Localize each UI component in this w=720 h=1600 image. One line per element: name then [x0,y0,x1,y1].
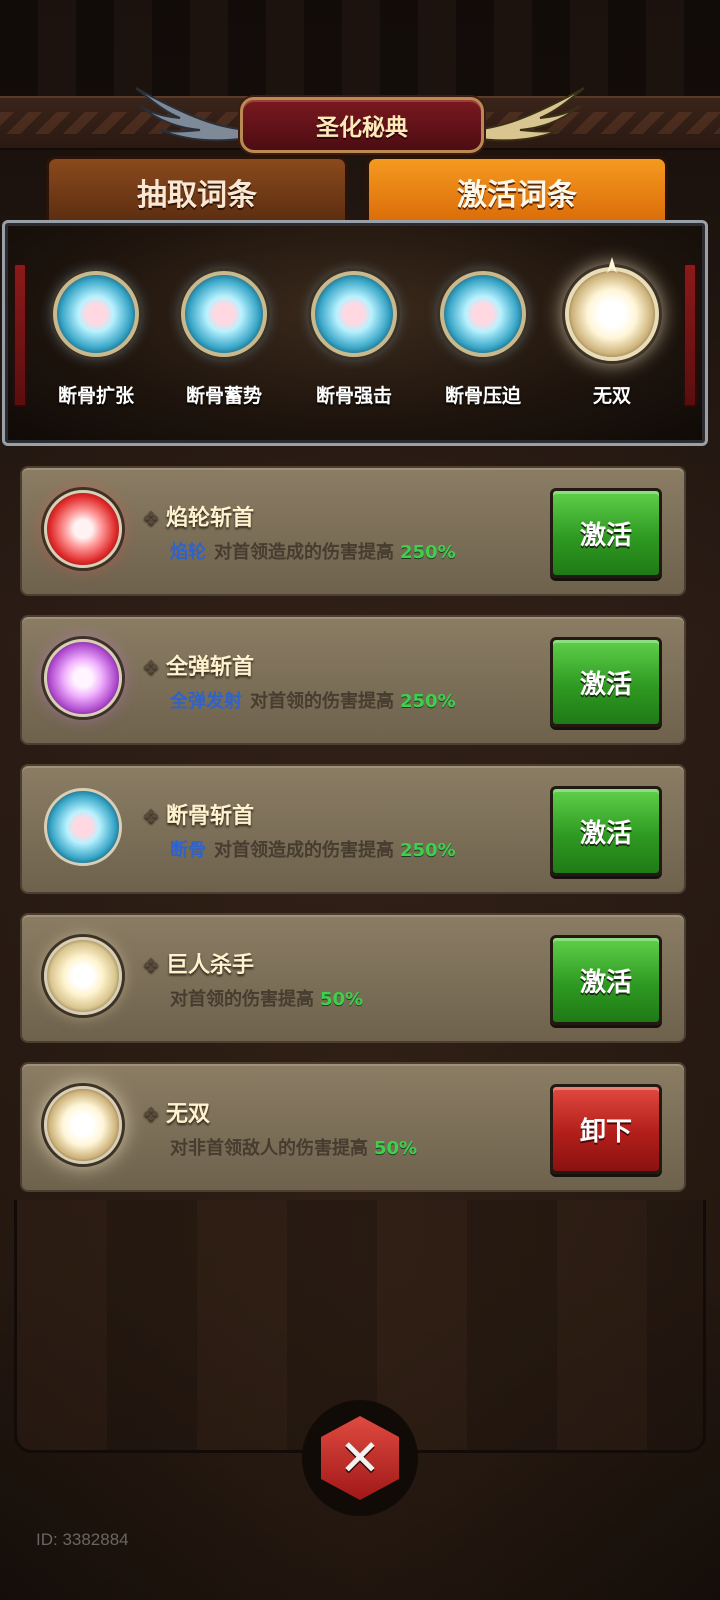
activate-button[interactable]: 激活 [550,488,662,578]
activate-button-label: 激活 [579,818,632,849]
bone-orb-icon [440,271,526,357]
equipped-slot[interactable]: 无双 [557,257,667,408]
affix-desc-text: 对首领造成的伤害提高 [214,840,394,861]
diamond-icon: ❖ [142,1102,160,1126]
activate-button-label: 激活 [579,520,632,551]
affix-card: ❖ 无双 对非首领敌人的伤害提高 50% 卸下 [20,1062,686,1192]
affix-title: 无双 [165,1102,210,1127]
affix-card: ❖ 焰轮斩首 焰轮 对首领造成的伤害提高 250% 激活 [20,466,686,596]
activate-button[interactable]: 激活 [550,935,662,1025]
affix-title-row: ❖ 巨人杀手 [142,947,544,979]
bone-orb-icon [53,271,139,357]
diamond-icon: ❖ [142,804,160,828]
affix-value: 250% [400,542,456,563]
unique-orb-icon [44,1086,122,1164]
tab-activate-affix[interactable]: 激活词条 [366,156,668,228]
affix-list: ❖ 焰轮斩首 焰轮 对首领造成的伤害提高 250% 激活 ❖ 全弹斩首 全弹发射 对首领的… [20,466,686,1211]
equipped-slot[interactable]: 断骨蓄势 [169,271,279,408]
unequip-button-label: 卸下 [579,1116,632,1147]
affix-title-row: ❖ 焰轮斩首 [142,500,544,532]
equipped-slot-label: 无双 [592,385,631,407]
equipped-slot-label: 断骨蓄势 [185,385,262,407]
bone-orb-icon [44,788,122,866]
affix-value: 250% [400,691,456,712]
equipped-slot[interactable]: 断骨扩张 [41,271,151,408]
left-wing-icon [135,87,249,142]
affix-title-row: ❖ 全弹斩首 [142,649,544,681]
activate-button[interactable]: 激活 [550,637,662,727]
diamond-icon: ❖ [142,953,160,977]
activate-button[interactable]: 激活 [550,786,662,876]
affix-title-row: ❖ 断骨斩首 [142,798,544,830]
affix-card: ❖ 断骨斩首 断骨 对首领造成的伤害提高 250% 激活 [20,764,686,894]
affix-tag: 断骨 [170,840,206,861]
affix-desc-text: 对非首领敌人的伤害提高 [170,1138,368,1159]
equipped-slot-label: 断骨强击 [315,385,392,407]
right-wing-icon [471,87,585,142]
affix-desc-text: 对首领造成的伤害提高 [214,542,394,563]
close-x-icon: ✕ [321,1416,399,1500]
affix-title-row: ❖ 无双 [142,1096,544,1128]
affix-value: 50% [374,1138,418,1159]
bone-orb-icon [181,271,267,357]
affix-tag: 焰轮 [170,542,206,563]
affix-value: 250% [400,840,456,861]
close-button[interactable]: ✕ [302,1400,418,1516]
activate-button-label: 激活 [579,669,632,700]
tab-draw-affix-label: 抽取词条 [137,178,257,213]
affix-desc: 焰轮 对首领造成的伤害提高 250% [142,538,544,564]
affix-desc: 全弹发射 对首领的伤害提高 250% [142,687,544,713]
affix-title: 全弹斩首 [165,655,254,680]
gold-orb-icon [44,937,122,1015]
unique-orb-icon [565,267,659,361]
equipped-slot-label: 断骨扩张 [57,385,134,407]
affix-title: 断骨斩首 [165,804,254,829]
affix-card: ❖ 巨人杀手 对首领的伤害提高 50% 激活 [20,913,686,1043]
equipped-slot[interactable]: 断骨强击 [299,271,409,408]
equipped-slot[interactable]: 断骨压迫 [428,271,538,408]
red-orb-icon [44,490,122,568]
diamond-icon: ❖ [142,506,160,530]
affix-card: ❖ 全弹斩首 全弹发射 对首领的伤害提高 250% 激活 [20,615,686,745]
tab-activate-affix-label: 激活词条 [457,178,577,213]
equipped-slot-label: 断骨压迫 [444,385,521,407]
unequip-button[interactable]: 卸下 [550,1084,662,1174]
affix-title: 焰轮斩首 [165,506,254,531]
diamond-icon: ❖ [142,655,160,679]
affix-desc: 断骨 对首领造成的伤害提高 250% [142,836,544,862]
equipped-slots-panel: 断骨扩张 断骨蓄势 断骨强击 断骨压迫 无双 [2,220,708,446]
affix-title: 巨人杀手 [165,953,254,978]
page-title: 圣化秘典 [316,115,408,141]
purple-orb-icon [44,639,122,717]
tab-draw-affix[interactable]: 抽取词条 [46,156,348,228]
affix-value: 50% [320,989,364,1010]
top-ornament [0,0,720,100]
affix-desc: 对非首领敌人的伤害提高 50% [142,1134,544,1160]
title-plate: 圣化秘典 [240,97,484,153]
affix-desc: 对首领的伤害提高 50% [142,985,544,1011]
affix-tag: 全弹发射 [170,691,242,712]
affix-desc-text: 对首领的伤害提高 [170,989,314,1010]
activate-button-label: 激活 [579,967,632,998]
player-id: ID: 3382884 [36,1530,129,1549]
bone-orb-icon [311,271,397,357]
affix-desc-text: 对首领的伤害提高 [250,691,394,712]
